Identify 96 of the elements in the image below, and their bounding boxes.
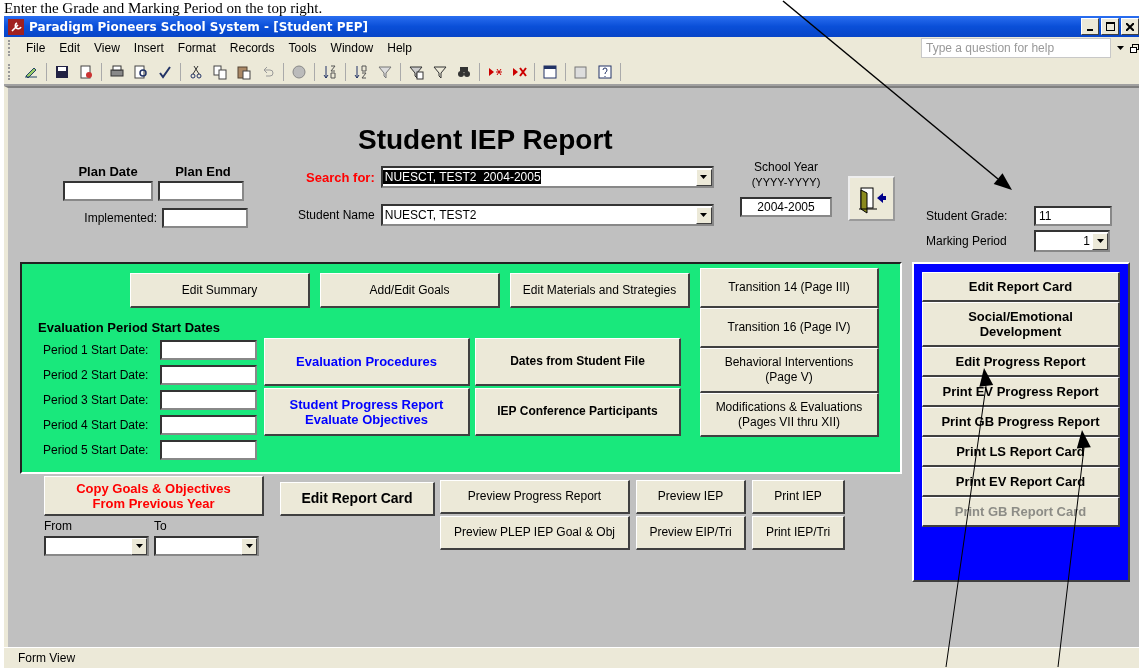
maximize-icon [1105,22,1115,31]
print-preview-icon[interactable] [133,63,149,80]
cut-icon[interactable] [188,63,204,80]
form-button[interactable]: Evaluation Procedures [264,338,470,386]
exit-button[interactable] [848,176,895,221]
field-label: Period 3 Start Date: [43,392,150,407]
form-button[interactable]: Behavioral Interventions (Page V) [700,348,879,393]
field-label: To [154,519,168,533]
filter-form-icon[interactable] [408,63,424,80]
close-button[interactable] [1121,18,1139,35]
plan-date-field[interactable] [63,181,153,201]
form-button[interactable]: Preview EIP/Tri [636,516,746,550]
help-search-field[interactable]: Type a question for help [921,38,1111,58]
window-title: Paradigm Pioneers School System - [Student PEP] [29,19,369,34]
menu-item[interactable]: Insert [126,41,171,55]
minimize-button[interactable] [1081,18,1099,35]
implemented-field[interactable] [162,208,248,228]
form-button[interactable]: Transition 16 (Page IV) [700,308,879,348]
edit-report-card-button[interactable]: Edit Report Card [280,482,435,516]
report-button[interactable]: Print EV Report Card [922,467,1120,497]
report-button[interactable]: Edit Report Card [922,272,1120,302]
save-icon[interactable] [54,63,70,80]
date-field[interactable] [160,364,257,385]
form-button[interactable]: Edit Materials and Strategies [510,273,690,308]
menu-item[interactable]: Help [380,41,419,55]
print-icon[interactable] [109,63,125,80]
student-grade-field[interactable]: 11 [1034,206,1112,226]
dropdown-arrow-icon[interactable] [1117,46,1124,50]
field-label: Student Name [298,208,375,222]
field-label: Plan Date [77,164,139,179]
field-label: Search for: [306,169,375,185]
restore-window-icon[interactable] [1130,43,1139,53]
field-label: From [44,519,73,533]
filter-icon[interactable] [377,63,393,80]
form-button[interactable]: Print IEP [752,480,845,514]
date-field[interactable] [160,439,257,460]
from-combo-box[interactable] [44,536,149,556]
dropdown-arrow-icon [700,175,708,179]
report-button[interactable]: Edit Progress Report [922,347,1120,377]
funnel-icon[interactable] [432,63,448,80]
sort-descending-icon[interactable] [353,63,369,80]
minimize-icon [1087,28,1093,31]
status-text: Form View [17,651,76,665]
student-name-combo-box[interactable]: NUESCT, TEST2 [380,204,714,226]
form-button[interactable]: Preview IEP [636,480,746,514]
dropdown-arrow-icon [135,544,143,548]
form-button[interactable]: Transition 14 (Page III) [700,268,879,308]
dropdown-arrow-icon [700,213,708,217]
form-button[interactable]: Add/Edit Goals [320,273,500,308]
plan-end-field[interactable] [158,181,244,201]
form-button[interactable]: Preview Progress Report [440,480,630,514]
format-hint: (YYYY-YYYY) [751,175,821,190]
field-label: Student Grade: [926,209,1009,223]
date-field[interactable] [160,389,257,410]
field-label: Period 4 Start Date: [43,417,150,432]
form-title: Student IEP Report [358,124,613,156]
menu-item[interactable]: View [87,41,127,55]
menu-item[interactable]: Tools [281,41,324,55]
form-button[interactable]: Print IEP/Tri [752,516,845,550]
field-label: Implemented: [84,211,157,225]
date-field[interactable] [160,414,257,435]
date-field[interactable] [160,339,257,360]
menu-item[interactable]: Format [170,41,223,55]
form-button[interactable]: Modifications & Evaluations (Pages VII thru XII) [700,393,879,437]
annotation-caption: Enter the Grade and Marking Period on the top right. [4,0,323,16]
field-label: Marking Period [926,234,1008,248]
menu-item[interactable]: Window [323,41,381,55]
menu-item[interactable]: Edit [52,41,88,55]
paste-icon[interactable] [236,63,252,80]
document-icon[interactable] [78,63,94,80]
section-heading: Evaluation Period Start Dates [38,320,222,335]
field-label: Period 1 Start Date: [43,342,150,357]
copy-icon[interactable] [212,63,228,80]
database-window-icon[interactable] [542,63,558,80]
to-combo-box[interactable] [154,536,259,556]
form-button[interactable]: IEP Conference Participants [475,388,681,436]
help-icon[interactable] [597,63,613,80]
menu-item[interactable]: File [19,41,53,55]
dropdown-arrow-icon [245,544,253,548]
sort-ascending-icon[interactable] [322,63,338,80]
marking-period-combo-box[interactable]: 1 [1034,230,1110,252]
menu-item[interactable]: Records [222,41,282,55]
report-button[interactable]: Social/Emotional Development [922,302,1120,347]
close-icon [1126,22,1134,31]
form-button[interactable]: Student Progress Report Evaluate Objectives [264,388,470,436]
field-label: School Year [753,160,819,175]
maximize-button[interactable] [1101,18,1119,35]
field-label: Period 2 Start Date: [43,367,150,382]
search-combo-box[interactable]: NUESCT, TEST2 2004-2005 [380,166,714,188]
dropdown-arrow-icon [1096,239,1104,243]
school-year-field[interactable]: 2004-2005 [740,197,832,217]
form-button[interactable]: Edit Summary [130,273,310,308]
field-label: Plan End [174,164,232,179]
form-button[interactable]: Preview PLEP IEP Goal & Obj [440,516,630,550]
field-label: Period 5 Start Date: [43,442,150,457]
form-button[interactable]: Dates from Student File [475,338,681,386]
